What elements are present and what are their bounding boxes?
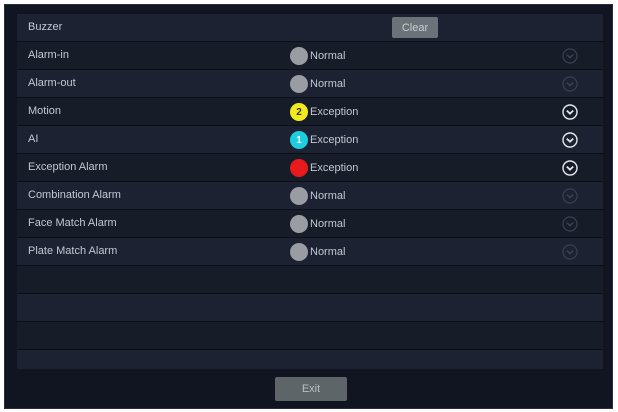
status-text: Exception <box>310 162 359 174</box>
status-text: Normal <box>310 190 346 202</box>
status-dot-icon <box>290 75 308 93</box>
status-text: Normal <box>310 50 346 62</box>
alarm-row: Face Match Alarm Normal <box>17 210 603 238</box>
empty-row <box>17 294 603 322</box>
alarm-name: Alarm-out <box>28 77 76 89</box>
alarm-name: Combination Alarm <box>28 189 121 201</box>
alarm-status: Normal <box>290 187 345 205</box>
alarm-status: Normal <box>290 47 345 65</box>
empty-row <box>17 322 603 350</box>
alarm-name: Face Match Alarm <box>28 217 117 229</box>
status-text: Exception <box>310 134 359 146</box>
clear-button[interactable]: Clear <box>392 17 438 38</box>
status-dot-icon <box>290 243 308 261</box>
empty-row <box>17 350 603 369</box>
alarm-row: Combination Alarm Normal <box>17 182 603 210</box>
alarm-status: 1 Exception <box>290 131 358 149</box>
status-text: Normal <box>310 218 346 230</box>
alarm-status-panel: Buzzer Clear Alarm-in Normal Alarm-out N… <box>17 14 603 369</box>
chevron-down-circle-icon[interactable] <box>562 244 578 260</box>
status-dot-icon <box>290 187 308 205</box>
alarm-row: AI 1 Exception <box>17 126 603 154</box>
chevron-down-circle-icon[interactable] <box>562 188 578 204</box>
status-text: Normal <box>310 78 346 90</box>
alarm-status: Exception <box>290 159 358 177</box>
alarm-name: AI <box>28 133 39 145</box>
alarm-row: Motion 2 Exception <box>17 98 603 126</box>
exit-button[interactable]: Exit <box>275 377 347 401</box>
alarm-status: Normal <box>290 215 345 233</box>
alarm-status: Normal <box>290 75 345 93</box>
alarm-row: Plate Match Alarm Normal <box>17 238 603 266</box>
chevron-down-circle-icon[interactable] <box>562 104 578 120</box>
alarm-name: Motion <box>28 105 62 117</box>
alarm-status-window: Buzzer Clear Alarm-in Normal Alarm-out N… <box>4 4 613 409</box>
buzzer-row: Buzzer Clear <box>17 14 603 42</box>
status-dot-icon: 2 <box>290 103 308 121</box>
chevron-down-circle-icon[interactable] <box>562 160 578 176</box>
alarm-name: Alarm-in <box>28 49 69 61</box>
alarm-name: Exception Alarm <box>28 161 108 173</box>
alarm-row: Alarm-out Normal <box>17 70 603 98</box>
status-text: Normal <box>310 246 346 258</box>
status-text: Exception <box>310 106 359 118</box>
chevron-down-circle-icon[interactable] <box>562 76 578 92</box>
status-dot-icon: 1 <box>290 131 308 149</box>
alarm-status: Normal <box>290 243 345 261</box>
empty-row <box>17 266 603 294</box>
status-dot-icon <box>290 215 308 233</box>
chevron-down-circle-icon[interactable] <box>562 48 578 64</box>
alarm-name: Plate Match Alarm <box>28 245 118 257</box>
alarm-status: 2 Exception <box>290 103 358 121</box>
chevron-down-circle-icon[interactable] <box>562 132 578 148</box>
status-dot-icon <box>290 159 308 177</box>
buzzer-label: Buzzer <box>28 21 63 33</box>
alarm-row: Exception Alarm Exception <box>17 154 603 182</box>
chevron-down-circle-icon[interactable] <box>562 216 578 232</box>
alarm-row: Alarm-in Normal <box>17 42 603 70</box>
status-dot-icon <box>290 47 308 65</box>
